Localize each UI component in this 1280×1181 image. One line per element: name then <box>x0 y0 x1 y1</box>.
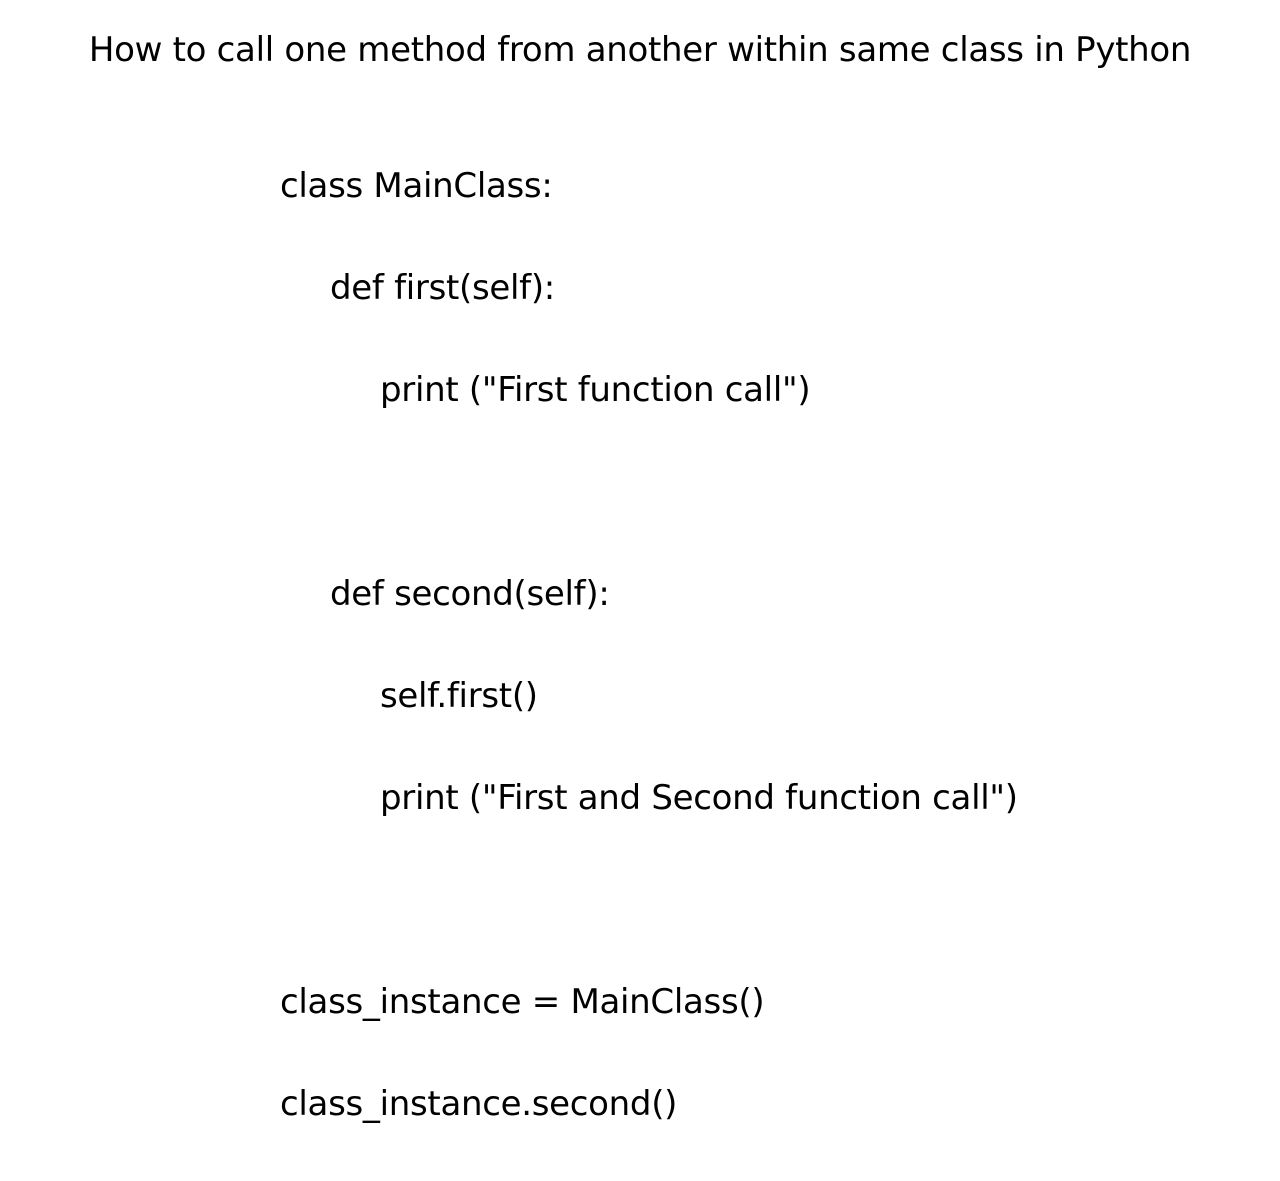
blank-line <box>280 467 1280 518</box>
code-line-call: class_instance.second() <box>280 1079 1280 1130</box>
code-line-instance: class_instance = MainClass() <box>280 977 1280 1028</box>
code-line-print-second: print ("First and Second function call") <box>280 773 1280 824</box>
blank-line <box>280 875 1280 926</box>
code-line-print-first: print ("First function call") <box>280 365 1280 416</box>
page-title: How to call one method from another with… <box>0 0 1280 110</box>
code-line-method-second: def second(self): <box>280 569 1280 620</box>
code-block: class MainClass: def first(self): print … <box>280 110 1280 1181</box>
code-line-class-def: class MainClass: <box>280 161 1280 212</box>
code-line-method-first: def first(self): <box>280 263 1280 314</box>
code-line-self-first: self.first() <box>280 671 1280 722</box>
